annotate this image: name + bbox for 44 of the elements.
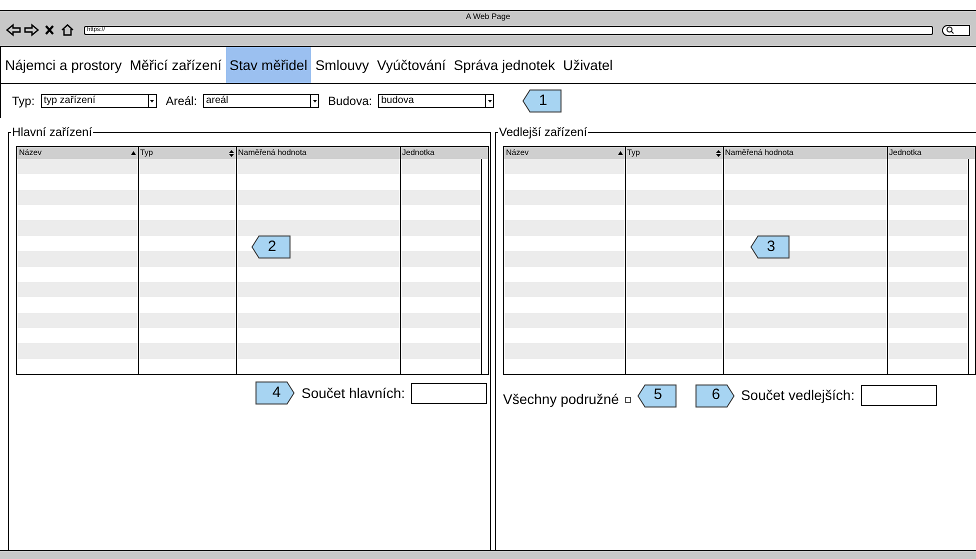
forward-icon[interactable]	[24, 23, 39, 37]
dropdown[interactable]: typ zařízení	[40, 94, 157, 108]
search-icon	[946, 26, 954, 34]
column-header[interactable]: Typ	[625, 147, 723, 159]
callout-marker: 4	[255, 381, 296, 405]
callout-marker: 1	[522, 89, 562, 113]
sum-field[interactable]	[411, 382, 487, 404]
callout-marker: 2	[251, 235, 291, 259]
sum-field[interactable]	[860, 385, 937, 406]
callout-marker: 5	[636, 384, 677, 408]
nav-tab[interactable]: Stav měřidel	[226, 47, 312, 83]
column-header[interactable]: Jednotka	[400, 147, 481, 159]
column-header[interactable]: Jednotka	[887, 147, 968, 159]
search-field[interactable]	[942, 24, 970, 36]
dropdown[interactable]: areál	[203, 94, 320, 108]
window-title: A Web Page	[466, 11, 510, 23]
close-icon[interactable]	[42, 23, 57, 37]
column-header[interactable]: Naměřená hodnota	[723, 147, 887, 159]
column-header[interactable]: Typ	[138, 147, 236, 159]
nav-tab[interactable]: Uživatel	[558, 47, 617, 83]
column-header[interactable]: Naměřená hodnota	[236, 147, 400, 159]
callout-marker: 3	[750, 235, 790, 259]
checkbox[interactable]	[624, 396, 631, 402]
home-icon[interactable]	[60, 23, 75, 37]
sum-label: Součet vedlejších:	[740, 386, 855, 405]
sum-label: Součet hlavních:	[301, 384, 405, 402]
nav-tab[interactable]: Nájemci a prostory	[1, 47, 126, 83]
caret-icon	[149, 99, 156, 103]
nav-tab[interactable]: Měřicí zařízení	[126, 47, 226, 83]
dropdown[interactable]: budova	[378, 94, 494, 108]
filter-label: Budova:	[328, 93, 372, 110]
nav-tab[interactable]: Správa jednotek	[450, 47, 559, 83]
callout-marker: 6	[694, 384, 735, 408]
nav-tab[interactable]: Vyúčtování	[373, 47, 450, 83]
column-header[interactable]: Název	[504, 147, 625, 159]
checkbox-label: Všechny podružné	[503, 390, 619, 409]
back-icon[interactable]	[6, 23, 21, 37]
filter-label: Areál:	[166, 93, 198, 110]
caret-icon	[312, 99, 318, 103]
nav-tab[interactable]: Smlouvy	[311, 47, 374, 83]
column-header[interactable]: Název	[17, 147, 138, 159]
panel-title: Vedlejší zařízení	[498, 124, 588, 140]
caret-icon	[486, 99, 493, 103]
filter-label: Typ:	[12, 93, 35, 110]
